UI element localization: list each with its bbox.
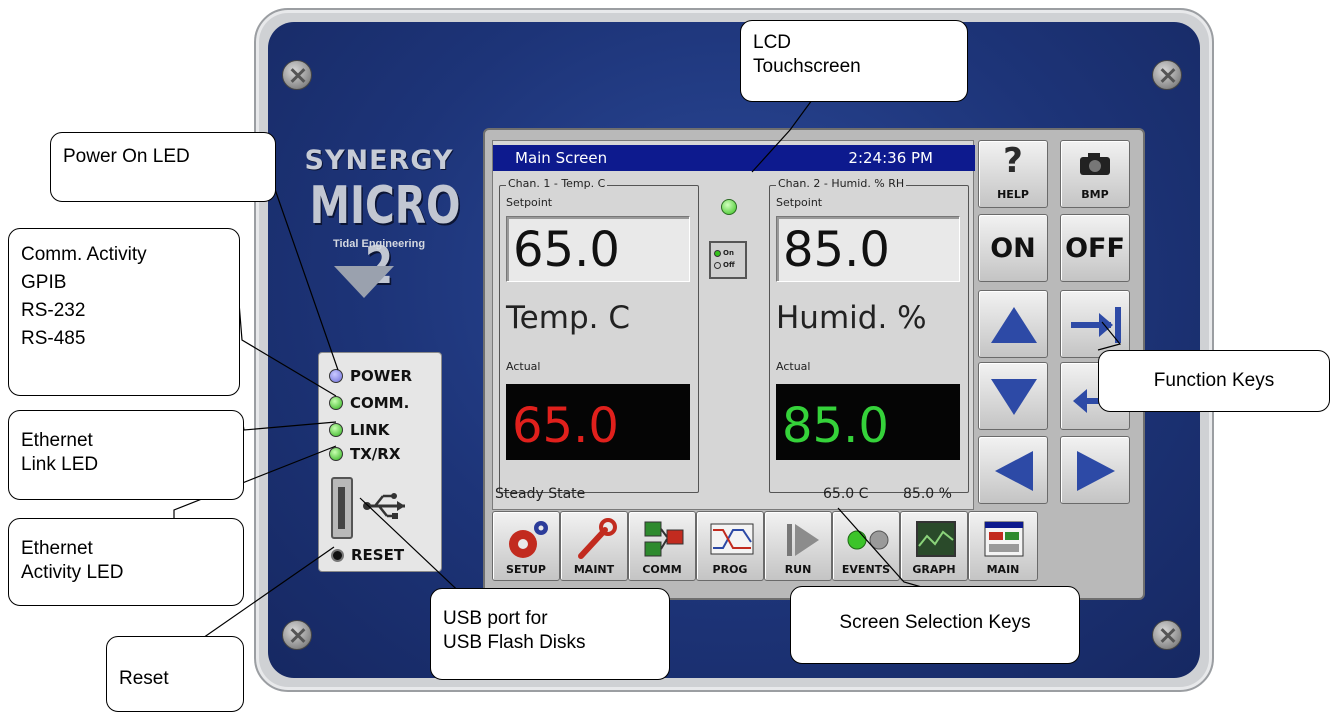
callout-power-led: Power On LED: [50, 132, 276, 202]
leader-power: [231, 174, 339, 371]
callout-comm-activity: Comm. Activity GPIB RS-232 RS-485: [8, 228, 240, 396]
leader-screen-keys: [837, 507, 933, 591]
callout-lcd-touchscreen: LCD Touchscreen: [740, 20, 968, 102]
leader-comm: [237, 289, 337, 397]
leader-function-keys: [1097, 321, 1122, 351]
callout-function-keys: Function Keys: [1098, 350, 1330, 412]
callout-screen-selection-keys: Screen Selection Keys: [790, 586, 1080, 664]
callout-usb-port: USB port for USB Flash Disks: [430, 588, 670, 680]
leader-lcd: [751, 99, 813, 173]
callout-ethernet-activity: Ethernet Activity LED: [8, 518, 244, 606]
leader-link: [241, 417, 337, 431]
callout-ethernet-link: Ethernet Link LED: [8, 410, 244, 500]
callout-reset: Reset: [106, 636, 244, 712]
